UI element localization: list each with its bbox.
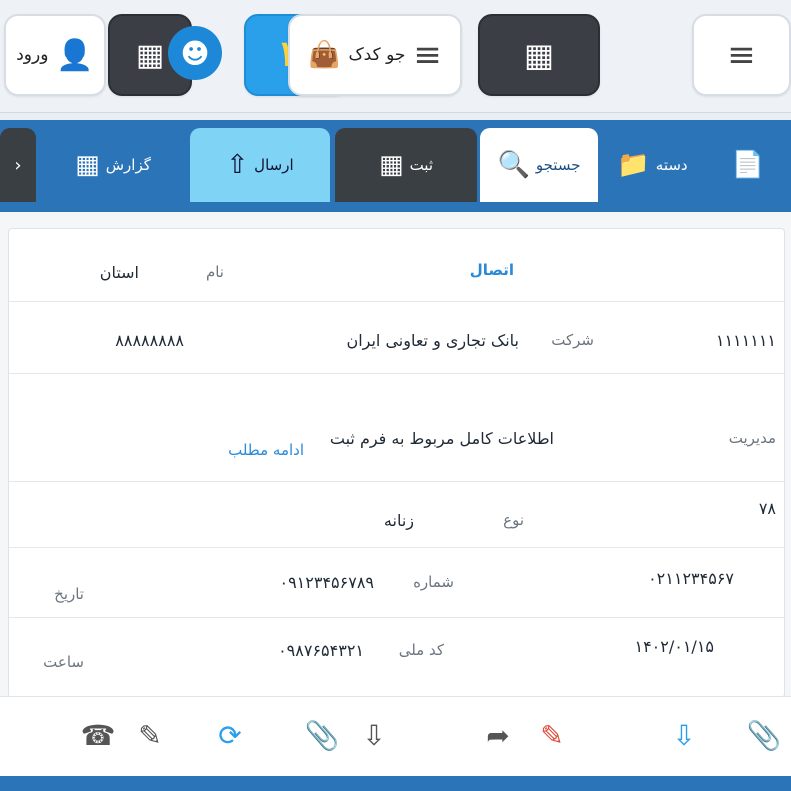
tab-5[interactable]: گزارش ▦ [40, 128, 186, 202]
pdf-icon[interactable]: ✎ [528, 711, 576, 759]
divider [9, 617, 784, 618]
download-icon[interactable]: ⇩ [350, 711, 398, 759]
phone-icon[interactable]: ☎ [74, 711, 122, 759]
document-icon: 📄 [731, 150, 765, 180]
row6-side: ۰۲۱۱۲۳۴۵۶۷ [648, 569, 734, 588]
download-icon[interactable]: ⇩ [660, 711, 708, 759]
tab-2[interactable]: جستجو 🔍 [480, 128, 598, 202]
tab-6[interactable]: ‹ [0, 128, 36, 202]
attach-icon[interactable]: 📎 [298, 711, 346, 759]
tab-0[interactable]: 📄 [708, 128, 788, 202]
row2-side: ۱۱۱۱۱۱۱ [715, 331, 776, 350]
divider [9, 301, 784, 302]
row6-value: ۰۹۱۲۳۴۵۶۷۸۹ [279, 573, 374, 592]
row2-value: بانک تجاری و تعاونی ایران [346, 331, 519, 350]
row5-label: نوع [503, 511, 524, 529]
tab-strip: 📄 دسته 📁 جستجو 🔍 ثبت ▦ ارسال ⇧ گزارش ▦ ‹ [0, 120, 791, 212]
row7-side: ۱۴۰۲/۰۱/۱۵ [634, 637, 714, 656]
tab-5-label: گزارش [105, 156, 151, 174]
bottom-strip [0, 776, 791, 791]
row3-side: ۸۸۸۸۸۸۸۸ [115, 331, 184, 350]
tab-4-label: ارسال [254, 156, 294, 174]
tab-2-label: جستجو [535, 156, 581, 174]
user-icon: 👤 [56, 37, 94, 73]
row6-label: شماره [413, 573, 454, 591]
share-icon[interactable]: ➦ [474, 711, 522, 759]
hamburger-icon: ≡ [413, 35, 442, 75]
profile-button[interactable]: ☻ [150, 14, 240, 92]
row7-value: ۰۹۸۷۶۵۴۳۲۱ [278, 641, 364, 660]
row5-side: ۷۸ [758, 499, 776, 518]
tab-1[interactable]: دسته 📁 [600, 128, 705, 202]
upload-icon: ⇧ [226, 150, 249, 180]
dashboard-button[interactable]: ▦ [478, 14, 600, 96]
details-card: اتصال نام استان شرکت بانک تجاری و تعاونی… [8, 228, 785, 698]
title-link[interactable]: اتصال [470, 261, 514, 279]
my-cart-button[interactable]: ≡ جو کدک 👜 [288, 14, 462, 96]
divider [9, 481, 784, 482]
divider [9, 547, 784, 548]
row1-value: استان [99, 263, 139, 282]
row1-label: نام [205, 263, 224, 281]
hamburger-icon: ≡ [727, 35, 756, 75]
search-icon: 🔍 [497, 150, 530, 180]
login-button[interactable]: 👤 ورود [4, 14, 106, 96]
tab-3[interactable]: ثبت ▦ [335, 128, 477, 202]
row5-value: زنانه [383, 511, 414, 530]
tab-1-label: دسته [655, 156, 688, 174]
top-toolbar: 👤 ورود ▦ ☻ ۱۲ ≡ جو کدک 👜 ▦ ≡ [0, 0, 791, 113]
tab-3-label: ثبت [409, 156, 434, 174]
row7-far: ساعت [43, 653, 84, 671]
refresh-icon[interactable]: ⟳ [206, 711, 254, 759]
edit-icon[interactable]: ✎ [126, 711, 174, 759]
folder-icon: 📁 [617, 150, 650, 180]
arrow-icon: ‹ [14, 154, 22, 176]
report-icon: ▦ [75, 150, 100, 180]
row7-label: کد ملی [398, 641, 444, 659]
tab-4[interactable]: ارسال ⇧ [190, 128, 330, 202]
attach-icon[interactable]: 📎 [740, 711, 788, 759]
shopping-bag-icon: 👜 [308, 40, 341, 70]
login-label: ورود [16, 45, 49, 65]
bar-chart-icon: ▦ [379, 150, 404, 180]
divider [9, 373, 784, 374]
menu-button[interactable]: ≡ [692, 14, 791, 96]
read-more-link[interactable]: ادامه مطلب [228, 441, 304, 459]
row2-label: شرکت [551, 331, 594, 349]
row6-far: تاریخ [54, 585, 84, 603]
row4-label: مدیریت [728, 429, 776, 447]
my-cart-label: جو کدک [348, 45, 406, 65]
action-bar: ☎ ✎ ⟳ 📎 ⇩ ➦ ✎ ⇩ 📎 [0, 696, 791, 777]
user-circle-icon: ☻ [168, 26, 222, 80]
row4-value: اطلاعات کامل مربوط به فرم ثبت [329, 429, 554, 448]
bar-chart-icon: ▦ [523, 36, 555, 74]
